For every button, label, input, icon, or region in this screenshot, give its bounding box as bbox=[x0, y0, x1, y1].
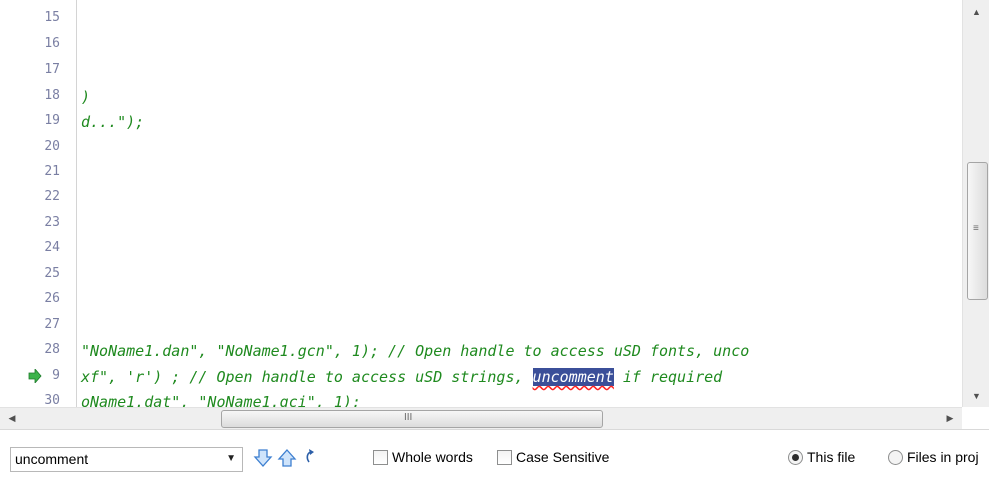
line-number: 24 bbox=[44, 240, 60, 255]
horizontal-scrollbar[interactable]: ◀ III ▶ bbox=[0, 407, 962, 429]
code-text: xf", 'r') ; // Open handle to access uSD… bbox=[81, 368, 533, 386]
search-combobox[interactable]: uncomment ▼ bbox=[10, 447, 243, 472]
code-text: if required bbox=[613, 368, 723, 386]
chevron-down-icon[interactable]: ▼ bbox=[226, 453, 236, 464]
grip-icon: ≡ bbox=[973, 223, 979, 234]
line-number: 15 bbox=[44, 10, 60, 25]
line-number: 25 bbox=[44, 266, 60, 281]
line-number: 22 bbox=[44, 189, 60, 204]
grip-icon: III bbox=[404, 412, 413, 423]
line-number: 27 bbox=[44, 317, 60, 332]
code-line-19: d..."); bbox=[81, 113, 145, 131]
vertical-scrollbar[interactable]: ▲ ≡ ▼ bbox=[962, 0, 989, 407]
line-number: 18 bbox=[44, 88, 60, 103]
code-line-29: xf", 'r') ; // Open handle to access uSD… bbox=[81, 368, 723, 386]
line-number: 17 bbox=[44, 62, 60, 77]
code-editor[interactable]: 15 16 17 18 19 20 21 22 23 24 25 26 27 2… bbox=[0, 0, 968, 407]
line-number: 19 bbox=[44, 113, 60, 128]
scroll-up-button[interactable]: ▲ bbox=[963, 2, 989, 22]
horizontal-scroll-thumb[interactable]: III bbox=[221, 410, 603, 428]
this-file-label: This file bbox=[807, 449, 856, 465]
code-line-28: "NoName1.dan", "NoName1.gcn", 1); // Ope… bbox=[81, 342, 750, 360]
this-file-radio[interactable] bbox=[788, 450, 803, 465]
whole-words-label: Whole words bbox=[392, 449, 473, 465]
search-match-highlight: uncomment bbox=[532, 368, 614, 386]
line-number: 20 bbox=[44, 139, 60, 154]
arrow-up-icon[interactable] bbox=[277, 448, 297, 468]
case-sensitive-label: Case Sensitive bbox=[516, 449, 610, 465]
line-number: 30 bbox=[44, 393, 60, 408]
line-number: 21 bbox=[44, 164, 60, 179]
line-number: 28 bbox=[44, 342, 60, 357]
refresh-icon[interactable] bbox=[300, 448, 320, 468]
search-input[interactable]: uncomment bbox=[15, 451, 88, 467]
files-in-project-label: Files in proj bbox=[907, 449, 979, 465]
whole-words-checkbox[interactable] bbox=[373, 450, 388, 465]
line-number: 26 bbox=[44, 291, 60, 306]
scroll-right-button[interactable]: ▶ bbox=[940, 408, 960, 429]
scroll-left-button[interactable]: ◀ bbox=[2, 408, 22, 429]
line-number: 23 bbox=[44, 215, 60, 230]
code-line-30: oName1.dat", "NoName1.gci", 1); bbox=[81, 393, 361, 407]
case-sensitive-checkbox[interactable] bbox=[497, 450, 512, 465]
line-number-gutter: 15 16 17 18 19 20 21 22 23 24 25 26 27 2… bbox=[0, 0, 76, 407]
arrow-down-icon[interactable] bbox=[253, 448, 273, 468]
scroll-down-button[interactable]: ▼ bbox=[963, 386, 989, 406]
find-bar: uncomment ▼ Whole words Case Sensitive T… bbox=[0, 429, 989, 478]
files-in-project-radio[interactable] bbox=[888, 450, 903, 465]
gutter-separator bbox=[76, 0, 77, 407]
vertical-scroll-thumb[interactable]: ≡ bbox=[967, 162, 988, 300]
code-line-18: ) bbox=[81, 88, 91, 106]
green-arrow-icon bbox=[28, 369, 42, 383]
line-number: 16 bbox=[44, 36, 60, 51]
